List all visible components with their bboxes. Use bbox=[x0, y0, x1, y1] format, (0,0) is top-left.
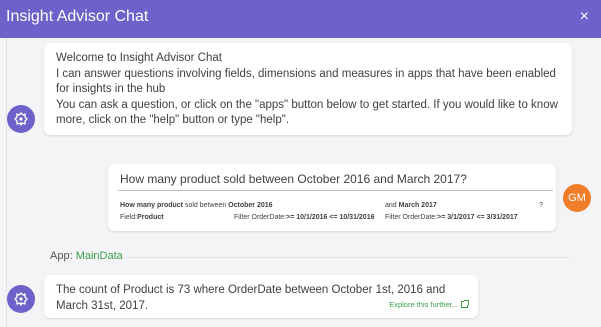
bot-insight-icon bbox=[14, 292, 28, 306]
user-avatar: GM bbox=[563, 184, 591, 212]
welcome-line-1: Welcome to Insight Advisor Chat bbox=[56, 52, 222, 64]
interp-filter-2: Filter OrderDate:>= 3/1/2017 <= 3/31/201… bbox=[385, 214, 518, 221]
user-message: How many product sold between October 20… bbox=[108, 164, 556, 231]
close-button[interactable]: × bbox=[580, 8, 589, 26]
chat-title: Insight Advisor Chat bbox=[6, 8, 149, 25]
app-divider bbox=[120, 257, 570, 258]
bot-avatar bbox=[7, 285, 35, 313]
interp-field: Field:Product bbox=[120, 214, 164, 221]
welcome-line-2: I can answer questions involving fields,… bbox=[56, 67, 556, 96]
explore-further-link[interactable]: Explore this further... bbox=[389, 297, 469, 313]
welcome-line-3: You can ask a question, or click on the … bbox=[56, 98, 558, 127]
external-link-icon bbox=[461, 300, 469, 309]
question-divider bbox=[118, 190, 553, 191]
interp-to: and March 2017 bbox=[385, 202, 437, 209]
interp-qmark: ? bbox=[539, 202, 543, 209]
interp-subject: How many product sold between October 20… bbox=[120, 202, 273, 209]
bot-insight-icon bbox=[14, 112, 28, 126]
app-label: App: bbox=[50, 250, 76, 262]
chat-transcript: Welcome to Insight Advisor Chat I can an… bbox=[0, 38, 601, 327]
interp-filter-1: Filter OrderDate:>= 10/1/2016 <= 10/31/2… bbox=[234, 214, 375, 221]
transcript-rail bbox=[6, 38, 7, 327]
app-context: App: MainData bbox=[50, 250, 127, 262]
app-name[interactable]: MainData bbox=[76, 250, 123, 262]
welcome-message: Welcome to Insight Advisor Chat I can an… bbox=[44, 43, 572, 135]
bot-avatar bbox=[7, 105, 35, 133]
answer-message: The count of Product is 73 where OrderDa… bbox=[44, 275, 478, 318]
chat-header: Insight Advisor Chat × bbox=[0, 0, 601, 38]
user-question: How many product sold between October 20… bbox=[120, 172, 467, 186]
